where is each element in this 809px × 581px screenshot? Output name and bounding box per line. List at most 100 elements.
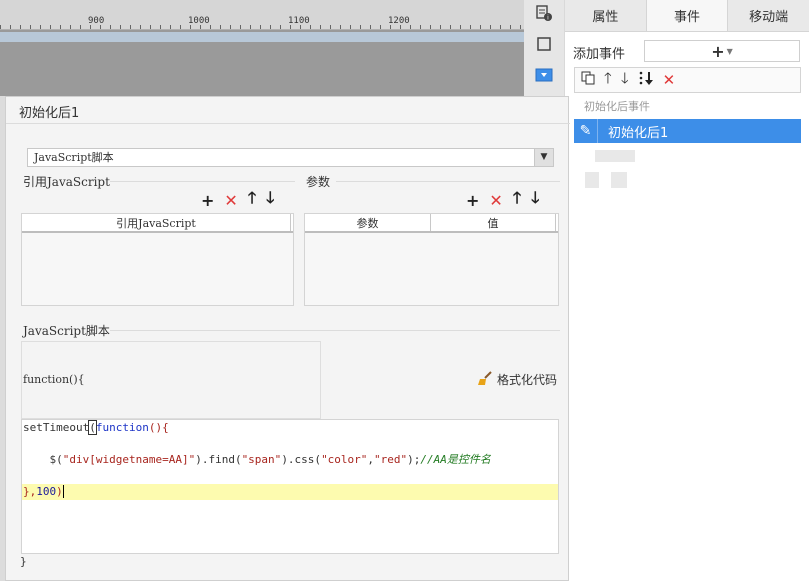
ruler-tick [320, 25, 321, 29]
script-section-label: JavaScript脚本 [23, 324, 110, 338]
ruler-tick [250, 25, 251, 29]
ref-js-grid-header: 引用JavaScript [22, 214, 293, 233]
code-token: function [95, 421, 149, 434]
ruler-tick [30, 25, 31, 29]
ruler-tick [280, 25, 281, 29]
ruler-tick [330, 25, 331, 29]
ruler-tick [60, 25, 61, 29]
event-toolbar: 🡑 🡓 ✕ [574, 67, 801, 93]
add-event-label: 添加事件 [573, 47, 626, 62]
event-item-selected[interactable]: ✎ 初始化后1 [574, 119, 801, 143]
code-token: ); [407, 453, 421, 466]
ruler-tick [490, 25, 491, 29]
add-icon[interactable]: + [466, 191, 479, 210]
ruler-label: 900 [88, 16, 105, 26]
function-footer: } [20, 555, 27, 568]
ruler-tick [180, 25, 181, 29]
arrow-down-icon[interactable]: 🡓 [266, 187, 274, 214]
ruler-tick [350, 25, 351, 29]
code-token: ).find( [195, 453, 242, 466]
params-section-label: 参数 [306, 175, 331, 189]
add-icon[interactable]: + [201, 191, 214, 210]
ruler-tick [260, 25, 261, 29]
arrow-up-icon[interactable]: 🡑 [604, 68, 612, 93]
params-grid-header: 参数 值 [305, 214, 558, 233]
arrow-up-icon[interactable]: 🡑 [513, 187, 521, 214]
script-dialog: 初始化后1 JavaScript脚本 ▼ 引用JavaScript + ✕ 🡑 … [5, 96, 570, 581]
code-editor[interactable]: setTimeout(function(){ $("div[widgetname… [21, 419, 559, 554]
ruler-tick [450, 25, 451, 29]
ruler-tick [360, 25, 361, 29]
tab-properties[interactable]: 属性 [565, 0, 647, 31]
code-token: 100 [36, 485, 57, 498]
arrow-down-icon[interactable]: 🡓 [621, 68, 629, 93]
panel-tabs: 属性 事件 移动端 [565, 0, 809, 32]
ruler-tick [50, 25, 51, 29]
ruler-tick [510, 25, 511, 29]
ref-js-section-label: 引用JavaScript [23, 175, 110, 189]
blurred-area [611, 172, 627, 188]
ruler-label: 1100 [288, 16, 310, 26]
column-header: 引用JavaScript [22, 214, 291, 231]
code-token: ) [56, 485, 63, 498]
ruler-tick [500, 25, 501, 29]
code-token: setTimeout [23, 421, 90, 434]
column-header: 参数 [305, 214, 431, 231]
blurred-area [595, 150, 635, 162]
code-token: ( [88, 420, 97, 435]
code-line: $("div[widgetname=AA]").find("span").css… [22, 452, 558, 468]
code-token: ).css( [281, 453, 322, 466]
blurred-area [585, 172, 599, 188]
ruler-tick [120, 25, 121, 29]
ruler-label: 1000 [188, 16, 210, 26]
format-code-label: 格式化代码 [497, 373, 558, 387]
ruler-tick [130, 25, 131, 29]
ruler-tick [10, 25, 11, 29]
script-type-select[interactable]: JavaScript脚本 ▼ [27, 148, 554, 167]
dropdown-widget-icon[interactable] [533, 64, 555, 86]
ruler-tick [410, 25, 411, 29]
ruler-tick [480, 25, 481, 29]
ruler-tick [470, 25, 471, 29]
chevron-down-icon[interactable]: ▼ [534, 149, 553, 166]
ref-js-toolbar: + ✕ 🡑 🡓 [201, 188, 274, 210]
ref-js-grid[interactable]: 引用JavaScript [21, 213, 294, 306]
function-header: function(){ [23, 373, 85, 386]
code-token: "color" [321, 453, 368, 466]
ruler-tick [420, 25, 421, 29]
text-cursor: ​ [62, 485, 64, 498]
canvas-selection [0, 32, 524, 42]
arrow-down-icon[interactable]: 🡓 [531, 187, 539, 214]
params-grid[interactable]: 参数 值 [304, 213, 559, 306]
add-event-button[interactable]: + ▼ [644, 40, 800, 62]
widget-settings-icon[interactable]: i [533, 2, 555, 24]
delete-icon[interactable]: ✕ [663, 71, 676, 89]
code-comment: //AA是控件名 [420, 453, 491, 466]
code-line-current: },100)​ [22, 484, 558, 500]
event-group-label: 初始化后事件 [584, 100, 650, 113]
dialog-title: 初始化后1 [19, 106, 80, 121]
tab-events[interactable]: 事件 [646, 0, 729, 31]
chevron-down-icon: ▼ [726, 46, 733, 56]
event-item-label: 初始化后1 [608, 125, 669, 141]
design-canvas[interactable] [0, 30, 524, 96]
frame-icon[interactable] [533, 33, 555, 55]
move-bottom-icon[interactable] [638, 70, 654, 90]
edit-pencil-icon[interactable]: ✎ [574, 119, 598, 143]
format-code-button[interactable]: 格式化代码 [477, 370, 557, 389]
ruler-tick [0, 25, 1, 29]
ruler-tick [220, 25, 221, 29]
tab-mobile[interactable]: 移动端 [728, 0, 809, 31]
ruler-tick [40, 25, 41, 29]
code-token: }, [23, 485, 37, 498]
ruler-tick [140, 25, 141, 29]
code-token: "red" [374, 453, 408, 466]
delete-icon[interactable]: ✕ [489, 191, 502, 210]
ruler-label: 1200 [388, 16, 410, 26]
section-divider [110, 181, 295, 182]
copy-icon[interactable] [581, 71, 595, 89]
arrow-up-icon[interactable]: 🡑 [248, 187, 256, 214]
delete-icon[interactable]: ✕ [224, 191, 237, 210]
ruler-tick [240, 25, 241, 29]
ruler-tick [170, 25, 171, 29]
